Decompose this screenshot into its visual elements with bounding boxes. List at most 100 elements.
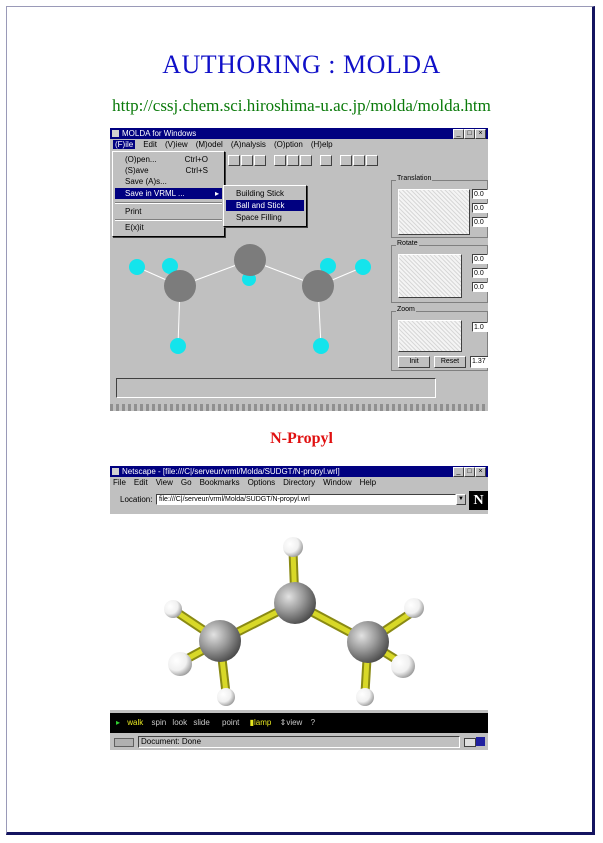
netscape-statusbar: Document: Done <box>110 734 488 750</box>
spin-button[interactable]: spin <box>152 718 167 727</box>
location-bar: Location: file:///C|/serveur/vrml/Molda/… <box>110 491 488 511</box>
menu-edit[interactable]: Edit <box>134 478 148 487</box>
rotate-x-value[interactable]: 0.0 <box>472 254 488 264</box>
molda-url[interactable]: http://cssj.chem.sci.hiroshima-u.ac.jp/m… <box>0 96 603 116</box>
menu-item-exit[interactable]: E(x)it <box>115 222 222 233</box>
vrml-control-bar: ▸ walk spin look slide point ▮lamp ⇕view… <box>110 713 488 733</box>
menu-separator <box>115 202 222 204</box>
init-button[interactable]: Init <box>398 356 430 368</box>
select-tool-icon[interactable] <box>340 155 352 166</box>
rotate-tool-icon[interactable] <box>228 155 240 166</box>
menu-separator <box>115 219 222 221</box>
submenu-arrow-icon: ▸ <box>214 189 219 198</box>
netscape-logo: N <box>469 491 488 510</box>
close-icon[interactable]: × <box>475 129 486 139</box>
rotate-y-value[interactable]: 0.0 <box>472 268 488 278</box>
page-title: AUTHORING : MOLDA <box>162 50 441 79</box>
zoom-pad[interactable] <box>398 320 462 352</box>
molda-titlebar: MOLDA for Windows _ □ × <box>110 128 488 139</box>
menu-item-open[interactable]: (O)pen... Ctrl+O <box>115 154 222 165</box>
molda-menubar: (F)ile Edit (V)iew (M)odel (A)nalysis (O)ptio… <box>110 139 488 151</box>
menu-help[interactable]: Help <box>360 478 376 487</box>
menu-item-save-vrml[interactable]: Save in VRML ... ▸ <box>115 188 222 199</box>
view-tool-icon[interactable] <box>353 155 365 166</box>
translation-panel: Translation 0.0 0.0 0.0 <box>391 175 488 238</box>
view-button[interactable]: view <box>286 718 302 727</box>
reset-button[interactable]: Reset <box>434 356 466 368</box>
scale-readout: 1.37 <box>470 356 488 368</box>
display-tool-icon[interactable] <box>366 155 378 166</box>
translation-z-value[interactable]: 0.0 <box>472 217 488 227</box>
security-key-icon <box>114 738 134 747</box>
close-icon[interactable]: × <box>475 467 486 477</box>
molda-bottom-strip <box>110 404 488 411</box>
help-button[interactable]: ? <box>311 718 315 727</box>
menu-options[interactable]: Options <box>248 478 276 487</box>
translation-pad[interactable] <box>398 189 470 235</box>
menu-edit[interactable]: Edit <box>143 140 157 149</box>
translation-x-value[interactable]: 0.0 <box>472 189 488 199</box>
menu-window[interactable]: Window <box>323 478 351 487</box>
rotate-label: Rotate <box>396 240 419 247</box>
rotate-panel: Rotate 0.0 0.0 0.0 <box>391 240 488 303</box>
molda-window-title: MOLDA for Windows <box>122 129 197 138</box>
vrml-submenu: Building Stick Ball and Stick Space Fill… <box>223 185 307 227</box>
status-text: Document: Done <box>138 736 460 748</box>
measure-tool-icon[interactable] <box>320 155 332 166</box>
help-icon[interactable] <box>476 737 485 746</box>
menu-view[interactable]: View <box>156 478 173 487</box>
submenu-item-space-filling[interactable]: Space Filling <box>226 212 304 223</box>
submenu-item-building-stick[interactable]: Building Stick <box>226 188 304 199</box>
menu-model[interactable]: (M)odel <box>196 140 223 149</box>
walk-button[interactable]: walk <box>127 718 143 727</box>
slide-button[interactable]: slide <box>193 718 209 727</box>
translation-label: Translation <box>396 175 433 182</box>
menu-option[interactable]: (O)ption <box>274 140 303 149</box>
menu-analysis[interactable]: (A)nalysis <box>231 140 266 149</box>
molda-statusbar <box>116 378 436 398</box>
rotate-z-value[interactable]: 0.0 <box>472 282 488 292</box>
zoom-panel: Zoom 1.0 Init Reset 1.37 <box>391 306 488 371</box>
netscape-window: Netscape - [file:///C|/serveur/vrml/Mold… <box>110 466 488 750</box>
bond-tool-icon[interactable] <box>287 155 299 166</box>
atom-tool-icon[interactable] <box>254 155 266 166</box>
zoom-value[interactable]: 1.0 <box>472 322 488 332</box>
molda-window: MOLDA for Windows _ □ × (F)ile Edit (V)iew… <box>110 128 488 411</box>
submenu-item-ball-and-stick[interactable]: Ball and Stick <box>226 200 304 211</box>
minimize-icon[interactable]: _ <box>453 467 464 477</box>
file-menu: (O)pen... Ctrl+O (S)ave Ctrl+S Save (A)s..… <box>112 151 225 237</box>
maximize-icon[interactable]: □ <box>464 129 475 139</box>
molda-toolbar <box>228 155 418 167</box>
minimize-icon[interactable]: _ <box>453 129 464 139</box>
menu-item-save[interactable]: (S)ave Ctrl+S <box>115 165 222 176</box>
point-button[interactable]: point <box>222 718 239 727</box>
menu-item-print[interactable]: Print <box>115 206 222 217</box>
maximize-icon[interactable]: □ <box>464 467 475 477</box>
hydrogen-tool-icon[interactable] <box>241 155 253 166</box>
netscape-app-icon <box>112 468 119 475</box>
menu-file[interactable]: File <box>113 478 126 487</box>
move-tool-icon[interactable] <box>274 155 286 166</box>
menu-directory[interactable]: Directory <box>283 478 315 487</box>
menu-view[interactable]: (V)iew <box>165 140 188 149</box>
menu-help[interactable]: (H)elp <box>311 140 333 149</box>
location-input[interactable]: file:///C|/serveur/vrml/Molda/SUDGT/N-pr… <box>156 494 456 505</box>
rotate-pad[interactable] <box>398 254 462 298</box>
translation-y-value[interactable]: 0.0 <box>472 203 488 213</box>
menu-file[interactable]: (F)ile <box>113 140 136 149</box>
menu-item-save-as[interactable]: Save (A)s... <box>115 176 222 187</box>
flip-tool-icon[interactable] <box>300 155 312 166</box>
netscape-titlebar: Netscape - [file:///C|/serveur/vrml/Mold… <box>110 466 488 477</box>
location-dropdown-icon[interactable]: ▼ <box>456 494 466 505</box>
menu-go[interactable]: Go <box>181 478 192 487</box>
menu-bookmarks[interactable]: Bookmarks <box>200 478 240 487</box>
netscape-menubar: File Edit View Go Bookmarks Options Directory W… <box>110 477 488 489</box>
figure-caption: N-Propyl <box>270 430 333 447</box>
mail-icon[interactable] <box>464 738 476 747</box>
play-arrow-icon[interactable]: ▸ <box>116 718 120 727</box>
location-label: Location: <box>120 495 153 504</box>
lamp-button[interactable]: lamp <box>254 718 271 727</box>
vrml-viewport[interactable] <box>110 514 488 710</box>
netscape-window-title: Netscape - [file:///C|/serveur/vrml/Mold… <box>122 467 340 476</box>
look-button[interactable]: look <box>172 718 187 727</box>
